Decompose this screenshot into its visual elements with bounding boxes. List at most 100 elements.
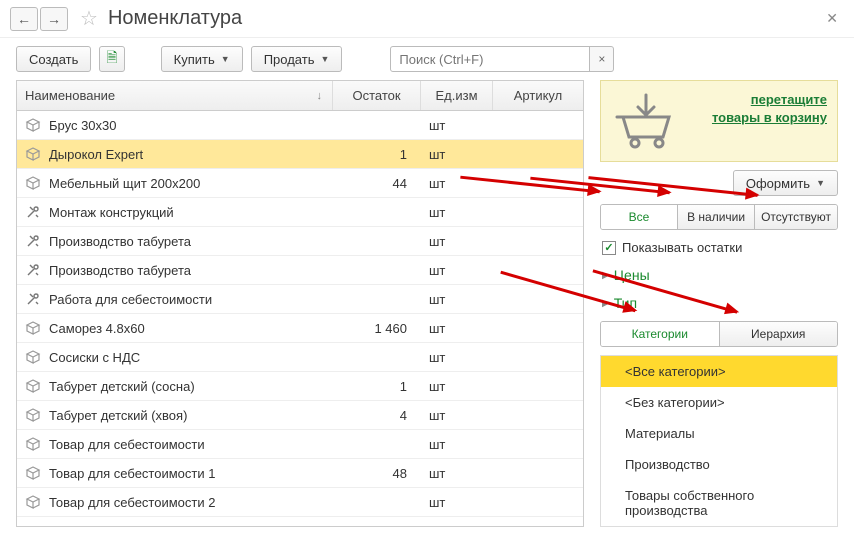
- category-list: <Все категории><Без категории>МатериалыП…: [600, 355, 838, 527]
- checkbox-checked-icon: ✓: [602, 241, 616, 255]
- table-row[interactable]: Дырокол Expert 1шт: [17, 140, 583, 169]
- checkout-button[interactable]: Оформить▼: [733, 170, 838, 196]
- row-name: Табурет детский (сосна): [49, 379, 195, 394]
- category-item[interactable]: Материалы: [601, 418, 837, 449]
- cart-icon: [611, 91, 681, 151]
- table-row[interactable]: Брус 30х30 шт: [17, 111, 583, 140]
- col-rest-header[interactable]: Остаток: [333, 81, 421, 110]
- filter-absent-button[interactable]: Отсутствуют: [755, 205, 837, 229]
- tools-icon: [25, 233, 41, 249]
- category-item[interactable]: Товары собственного производства: [601, 480, 837, 526]
- cube-icon: [25, 175, 41, 191]
- row-unit: шт: [421, 350, 493, 365]
- table-row[interactable]: Товар для себестоимости 2шт: [17, 488, 583, 517]
- row-name: Работа для себестоимости: [49, 292, 212, 307]
- table-row[interactable]: Табурет детский (сосна) 1шт: [17, 372, 583, 401]
- view-hierarchy-button[interactable]: Иерархия: [720, 322, 838, 346]
- table-row[interactable]: Производство табурета шт: [17, 256, 583, 285]
- favorite-star-icon[interactable]: ☆: [80, 6, 98, 31]
- view-categories-button[interactable]: Категории: [601, 322, 720, 346]
- row-unit: шт: [421, 263, 493, 278]
- row-name: Табурет детский (хвоя): [49, 408, 187, 423]
- row-unit: шт: [421, 176, 493, 191]
- stock-filter-segment: Все В наличии Отсутствуют: [600, 204, 838, 230]
- tools-icon: [25, 262, 41, 278]
- category-item[interactable]: <Все категории>: [601, 356, 837, 387]
- cube-icon: [25, 465, 41, 481]
- row-unit: шт: [421, 495, 493, 510]
- nav-forward-button[interactable]: →: [40, 7, 68, 31]
- row-name: Мебельный щит 200х200: [49, 176, 200, 191]
- cart-drop-link[interactable]: перетащите товары в корзину: [691, 91, 827, 127]
- row-rest: 1: [333, 379, 421, 394]
- row-name: Производство табурета: [49, 234, 191, 249]
- table-row[interactable]: Товар для себестоимости 1 48шт: [17, 459, 583, 488]
- cart-panel: перетащите товары в корзину: [600, 80, 838, 162]
- prices-expander[interactable]: ▶Цены: [600, 265, 838, 285]
- filter-instock-button[interactable]: В наличии: [678, 205, 755, 229]
- row-name: Брус 30х30: [49, 118, 117, 133]
- col-unit-header[interactable]: Ед.изм: [421, 81, 493, 110]
- table-row[interactable]: Саморез 4.8х60 1 460шт: [17, 314, 583, 343]
- cube-icon: [25, 494, 41, 510]
- table-row[interactable]: Производство табурета шт: [17, 227, 583, 256]
- col-art-header[interactable]: Артикул: [493, 81, 583, 110]
- row-rest: 4: [333, 408, 421, 423]
- filter-all-button[interactable]: Все: [601, 205, 678, 229]
- show-remains-checkbox[interactable]: ✓ Показывать остатки: [600, 238, 838, 257]
- cube-icon: [25, 436, 41, 452]
- search-clear-button[interactable]: ×: [590, 46, 614, 72]
- cube-icon: [25, 349, 41, 365]
- row-unit: шт: [421, 437, 493, 452]
- chevron-down-icon: ▼: [816, 178, 825, 188]
- close-icon[interactable]: ✕: [826, 10, 838, 27]
- col-name-header[interactable]: Наименование ↓: [17, 81, 333, 110]
- row-name: Монтаж конструкций: [49, 205, 174, 220]
- row-name: Саморез 4.8х60: [49, 321, 145, 336]
- tools-icon: [25, 204, 41, 220]
- row-name: Товар для себестоимости: [49, 437, 205, 452]
- table-row[interactable]: Мебельный щит 200х200 44шт: [17, 169, 583, 198]
- cube-icon: [25, 146, 41, 162]
- row-unit: шт: [421, 147, 493, 162]
- items-table: Наименование ↓ Остаток Ед.изм Артикул Бр…: [16, 80, 584, 527]
- row-name: Дырокол Expert: [49, 147, 143, 162]
- tools-icon: [25, 291, 41, 307]
- search-input[interactable]: [390, 46, 590, 72]
- create-button[interactable]: Создать: [16, 46, 91, 72]
- chevron-down-icon: ▼: [320, 54, 329, 64]
- cube-icon: [25, 378, 41, 394]
- cube-icon: [25, 407, 41, 423]
- row-unit: шт: [421, 379, 493, 394]
- doc-plus-icon: 🗎: [106, 47, 117, 71]
- cube-icon: [25, 117, 41, 133]
- buy-button[interactable]: Купить▼: [161, 46, 243, 72]
- row-unit: шт: [421, 321, 493, 336]
- sell-button[interactable]: Продать▼: [251, 46, 343, 72]
- chevron-right-icon: ▶: [602, 270, 610, 281]
- table-row[interactable]: Табурет детский (хвоя)4шт: [17, 401, 583, 430]
- row-unit: шт: [421, 205, 493, 220]
- type-expander[interactable]: ▶Тип: [600, 293, 838, 313]
- row-unit: шт: [421, 234, 493, 249]
- chevron-down-icon: ▼: [221, 54, 230, 64]
- row-unit: шт: [421, 466, 493, 481]
- row-rest: 48: [333, 466, 421, 481]
- category-item[interactable]: <Без категории>: [601, 387, 837, 418]
- page-title: Номенклатура: [108, 7, 242, 30]
- table-row[interactable]: Товар для себестоимости шт: [17, 430, 583, 459]
- category-item[interactable]: Производство: [601, 449, 837, 480]
- row-unit: шт: [421, 118, 493, 133]
- row-name: Производство табурета: [49, 263, 191, 278]
- table-row[interactable]: Сосиски с НДСшт: [17, 343, 583, 372]
- row-rest: 44: [333, 176, 421, 191]
- copy-doc-button[interactable]: 🗎: [99, 46, 124, 72]
- row-name: Товар для себестоимости 1: [49, 466, 215, 481]
- table-row[interactable]: Монтаж конструкций шт: [17, 198, 583, 227]
- sort-indicator-icon: ↓: [317, 90, 323, 102]
- table-row[interactable]: Работа для себестоимостишт: [17, 285, 583, 314]
- row-rest: 1: [333, 147, 421, 162]
- nav-back-button[interactable]: ←: [10, 7, 38, 31]
- cube-icon: [25, 320, 41, 336]
- row-rest: 1 460: [333, 321, 421, 336]
